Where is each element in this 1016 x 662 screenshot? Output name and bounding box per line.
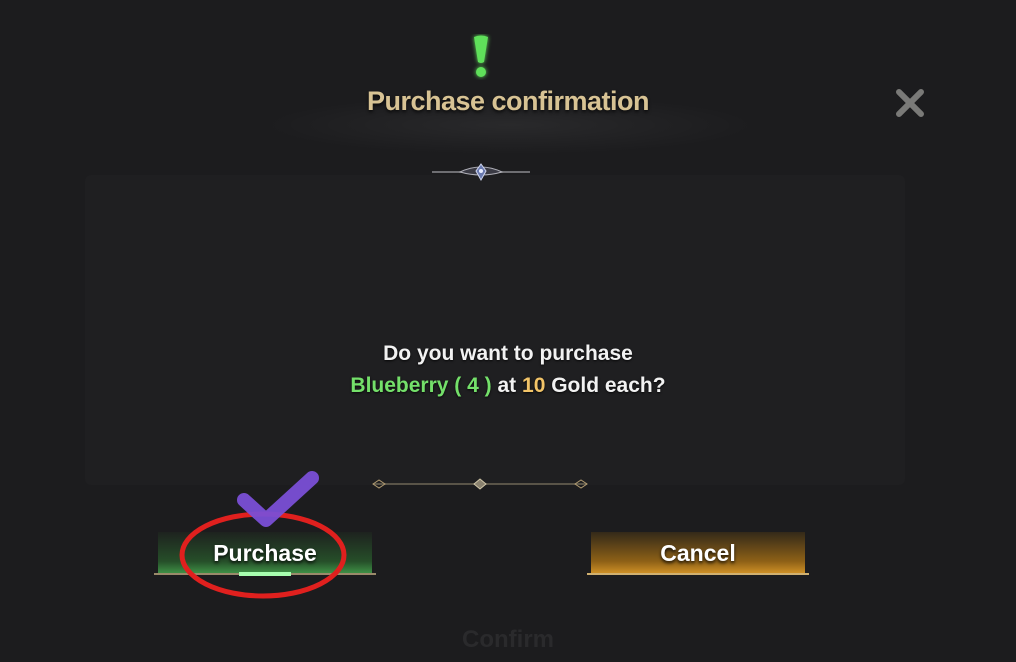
divider-ornament xyxy=(372,478,588,490)
background-panel xyxy=(85,175,905,485)
purchase-button[interactable]: Purchase xyxy=(154,532,376,576)
title-ornament xyxy=(432,163,530,182)
purchase-button-label: Purchase xyxy=(213,539,317,566)
item-name: Blueberry xyxy=(350,374,449,397)
cancel-button[interactable]: Cancel xyxy=(587,532,809,575)
at-text: at xyxy=(497,374,517,397)
background-confirm-button: Confirm xyxy=(462,626,554,653)
cancel-button-underline xyxy=(587,573,809,575)
message-line-1: Do you want to purchase xyxy=(383,342,633,365)
purchase-button-underline xyxy=(154,572,376,576)
dialog-title: Purchase confirmation xyxy=(366,86,650,116)
message-line-2: Blueberry ( 4 ) at 10 Gold each? xyxy=(0,370,1016,402)
confirmation-message: Do you want to purchase Blueberry ( 4 ) … xyxy=(0,338,1016,402)
close-icon[interactable] xyxy=(893,86,927,120)
item-price: 10 xyxy=(522,374,546,397)
exclamation-icon xyxy=(474,35,488,77)
item-quantity: ( 4 ) xyxy=(454,374,492,397)
currency-text: Gold each? xyxy=(551,374,666,397)
cancel-button-label: Cancel xyxy=(660,539,736,566)
